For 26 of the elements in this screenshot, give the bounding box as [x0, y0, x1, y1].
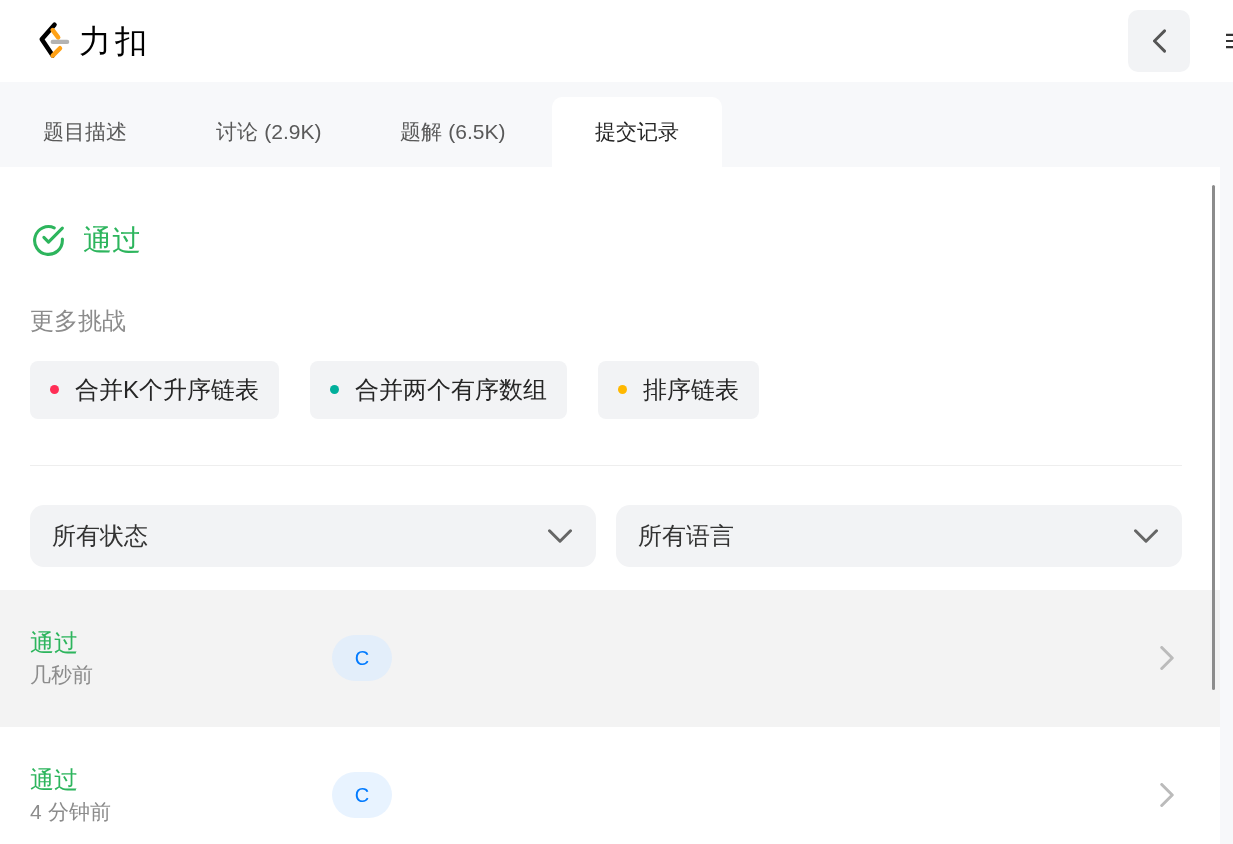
submission-time: 几秒前	[30, 662, 94, 688]
logo-text: 力扣	[79, 25, 151, 57]
result-status: 通过	[83, 223, 141, 258]
challenge-chip[interactable]: 合并K个升序链表	[30, 360, 279, 419]
chevron-down-icon	[548, 528, 572, 543]
challenge-chip[interactable]: 排序链表	[598, 360, 759, 419]
challenge-chip[interactable]: 合并两个有序数组	[310, 360, 567, 419]
tab[interactable]: 题解 (6.5K)	[368, 97, 538, 167]
submission-status: 通过	[30, 765, 79, 795]
chevron-down-icon	[1134, 528, 1158, 543]
chevron-right-icon	[1160, 646, 1174, 670]
chevron-right-icon	[1160, 783, 1174, 807]
tab[interactable]: 讨论 (2.9K)	[184, 97, 354, 167]
more-challenges-title: 更多挑战	[30, 305, 127, 336]
menu-icon[interactable]	[1226, 31, 1233, 51]
back-icon	[1152, 29, 1166, 53]
scrollbar[interactable]	[1212, 185, 1215, 690]
tab[interactable]: 题目描述	[0, 97, 170, 167]
language-tag: C	[332, 635, 392, 681]
filter-dropdown[interactable]: 所有状态	[30, 504, 596, 567]
language-tag: C	[332, 772, 392, 818]
filter-dropdown[interactable]: 所有语言	[616, 504, 1182, 567]
back-button[interactable]	[1128, 10, 1190, 72]
tab[interactable]: 提交记录	[552, 97, 722, 167]
submission-status: 通过	[30, 628, 79, 658]
submission-time: 4 分钟前	[30, 799, 112, 825]
